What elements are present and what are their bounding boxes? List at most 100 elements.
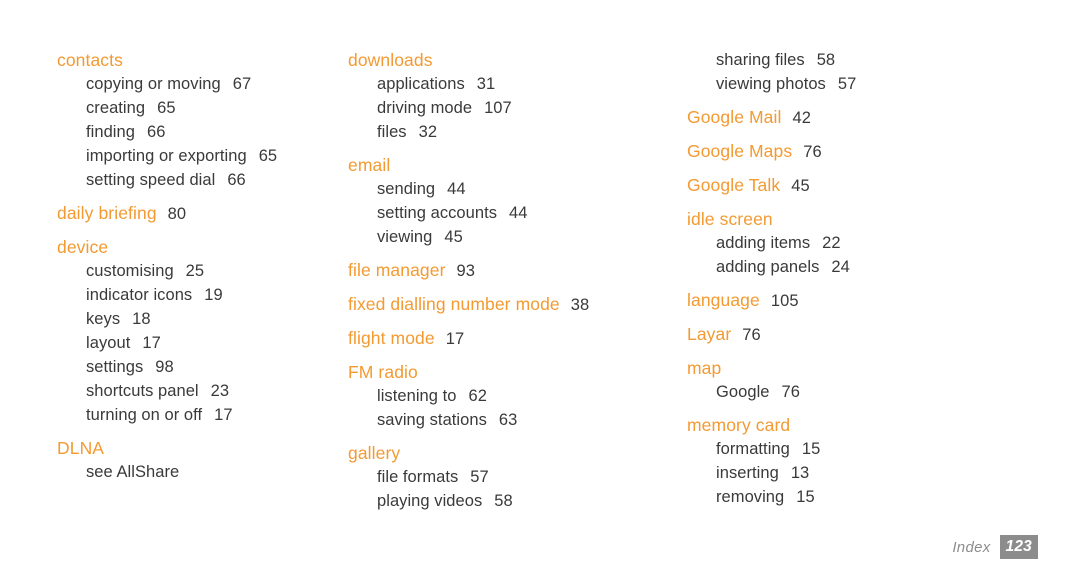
index-group: fixed dialling number mode 38 [348,292,665,317]
index-entry[interactable]: importing or exporting 65 [57,144,335,168]
index-entry[interactable]: listening to 62 [348,384,665,408]
index-entry[interactable]: setting speed dial 66 [57,168,335,192]
index-heading[interactable]: Google Talk 45 [677,173,1080,198]
index-entry[interactable]: sending 44 [348,177,665,201]
index-entry-list: file formats 57 playing videos 58 [348,465,665,513]
index-entry[interactable]: setting accounts 44 [348,201,665,225]
index-entry-page-number: 66 [227,171,246,189]
index-heading[interactable]: Google Maps 76 [677,139,1080,164]
index-entry-label: driving mode [377,99,473,117]
index-entry[interactable]: creating 65 [57,96,335,120]
index-entry[interactable]: adding panels 24 [677,255,1080,279]
index-entry-list: copying or moving 67 creating 65 finding 66 im… [57,72,335,192]
index-entry-label: viewing [377,228,433,246]
index-entry-page-number: 25 [185,262,205,280]
index-entry[interactable]: see AllShare [57,460,335,484]
index-entry-label: Google [716,383,770,401]
index-heading[interactable]: email [348,153,665,177]
index-heading-page-number: 38 [570,296,590,314]
index-heading[interactable]: flight mode 17 [348,326,665,351]
index-entry[interactable]: settings 98 [57,355,335,379]
index-heading[interactable]: language 105 [677,288,1080,313]
index-heading-label: idle screen [687,209,773,229]
index-entry[interactable]: viewing 45 [348,225,665,249]
index-entry-label: keys [86,310,121,328]
index-group: Google Mail 42 [677,105,1080,130]
index-heading-label: map [687,358,722,378]
index-entry[interactable]: saving stations 63 [348,408,665,432]
index-entry[interactable]: inserting 13 [677,461,1080,485]
index-entry-label: setting speed dial [86,171,216,189]
index-entry[interactable]: formatting 15 [677,437,1080,461]
index-entry[interactable]: customising 25 [57,259,335,283]
index-heading[interactable]: DLNA [57,436,335,460]
index-entry-label: listening to [377,387,457,405]
index-group: FM radio listening to 62 saving stations 63 [348,360,665,432]
index-heading-page-number: 105 [770,292,799,310]
index-entry-label: setting accounts [377,204,498,222]
index-entry-page-number: 15 [801,440,821,458]
index-entry-page-number: 23 [210,382,230,400]
index-entry[interactable]: copying or moving 67 [57,72,335,96]
index-entry-list: formatting 15 inserting 13 removing 15 [677,437,1080,509]
index-entry[interactable]: shortcuts panel 23 [57,379,335,403]
index-group: Google Maps 76 [677,139,1080,164]
index-entry[interactable]: file formats 57 [348,465,665,489]
index-entry[interactable]: viewing photos 57 [677,72,1080,96]
index-column-3: sharing files 58 viewing photos 57 Google Ma… [665,48,1080,509]
index-heading[interactable]: FM radio [348,360,665,384]
index-entry-page-number: 62 [468,387,487,405]
index-heading[interactable]: idle screen [677,207,1080,231]
index-heading-page-number: 17 [445,330,465,348]
index-group: DLNA see AllShare [57,436,335,484]
index-entry-page-number: 107 [484,99,512,117]
index-entry-page-number: 32 [418,123,438,141]
index-heading-label: Google Talk [687,175,781,195]
index-heading[interactable]: device [57,235,335,259]
index-heading-label: language [687,290,760,310]
index-heading-label: downloads [348,50,433,70]
index-heading[interactable]: gallery [348,441,665,465]
index-entry-page-number: 58 [494,492,513,510]
index-entry[interactable]: files 32 [348,120,665,144]
index-entry-label: customising [86,262,174,280]
index-heading[interactable]: contacts [57,48,335,72]
index-heading[interactable]: memory card [677,413,1080,437]
index-entry[interactable]: turning on or off 17 [57,403,335,427]
index-entry[interactable]: adding items 22 [677,231,1080,255]
index-heading[interactable]: map [677,356,1080,380]
index-entry-label: creating [86,99,146,117]
index-entry-page-number: 58 [816,51,836,69]
index-heading[interactable]: fixed dialling number mode 38 [348,292,665,317]
index-entry-label: files [377,123,407,141]
index-entry[interactable]: playing videos 58 [348,489,665,513]
index-entry[interactable]: keys 18 [57,307,335,331]
index-entry[interactable]: sharing files 58 [677,48,1080,72]
index-heading-label: Google Maps [687,141,793,161]
index-entry[interactable]: applications 31 [348,72,665,96]
index-entry[interactable]: layout 17 [57,331,335,355]
index-heading[interactable]: file manager 93 [348,258,665,283]
index-entry[interactable]: removing 15 [677,485,1080,509]
index-group: memory card formatting 15 inserting 13 removi… [677,413,1080,509]
index-entry-label: indicator icons [86,286,193,304]
index-heading[interactable]: Layar 76 [677,322,1080,347]
index-group: gallery file formats 57 playing videos 58 [348,441,665,513]
index-entry-label: file formats [377,468,459,486]
index-entry[interactable]: indicator icons 19 [57,283,335,307]
index-entry-list: customising 25 indicator icons 19 keys 18 layo… [57,259,335,427]
index-heading[interactable]: daily briefing 80 [57,201,335,226]
index-entry-page-number: 63 [498,411,518,429]
index-entry[interactable]: driving mode 107 [348,96,665,120]
index-entry-label: viewing photos [716,75,826,93]
index-entry[interactable]: Google 76 [677,380,1080,404]
index-entry-label: finding [86,123,135,141]
index-entry-label: settings [86,358,144,376]
index-entry-label: playing videos [377,492,483,510]
index-entry-page-number: 65 [157,99,176,117]
index-heading[interactable]: Google Mail 42 [677,105,1080,130]
index-heading-label: gallery [348,443,401,463]
index-entry[interactable]: finding 66 [57,120,335,144]
index-heading[interactable]: downloads [348,48,665,72]
index-entry-label: shortcuts panel [86,382,199,400]
